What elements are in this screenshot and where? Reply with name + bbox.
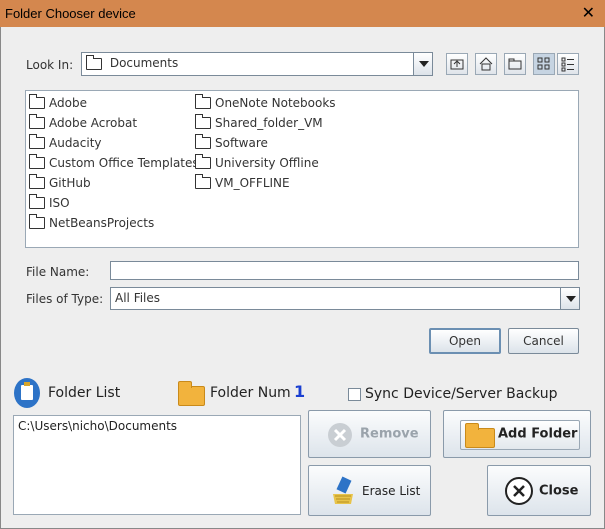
list-item[interactable]: Custom Office Templates [29, 153, 199, 172]
folder-icon [29, 133, 45, 149]
home-icon [479, 57, 493, 71]
look-in-value: Documents [109, 56, 179, 70]
folder-icon [178, 381, 205, 406]
sync-label: Sync Device/Server Backup [365, 386, 558, 402]
close-icon [505, 477, 533, 505]
folder-icon [29, 93, 45, 109]
chevron-down-icon[interactable] [413, 53, 432, 75]
add-folder-button[interactable]: Add Folder [443, 410, 591, 458]
path-list[interactable]: C:\Users\nicho\Documents [13, 415, 301, 515]
list-item[interactable]: ISO [29, 193, 70, 212]
home-button[interactable] [475, 53, 497, 75]
close-label: Close [539, 483, 579, 498]
details-view-button[interactable] [557, 53, 579, 75]
new-folder-icon [508, 58, 522, 70]
list-item[interactable]: NetBeansProjects [29, 213, 154, 232]
up-one-level-icon [450, 59, 464, 70]
folder-list-label: Folder List [48, 385, 121, 401]
folder-list-view[interactable]: Adobe Adobe Acrobat Audacity Custom Offi… [25, 90, 579, 248]
remove-icon [328, 423, 352, 447]
folder-icon [29, 213, 45, 229]
sync-checkbox[interactable] [348, 388, 361, 401]
close-button[interactable]: Close [487, 465, 591, 516]
look-in-combo[interactable]: Documents [81, 52, 433, 76]
close-window-icon[interactable]: ✕ [582, 3, 595, 22]
file-name-label: File Name: [26, 265, 90, 279]
list-view-icon [537, 57, 550, 70]
list-item[interactable]: Shared_folder_VM [195, 113, 323, 132]
remove-button[interactable]: Remove [308, 410, 431, 458]
list-item[interactable]: Adobe Acrobat [29, 113, 137, 132]
list-view-button[interactable] [533, 53, 555, 75]
window-title: Folder Chooser device [5, 6, 136, 21]
details-view-icon [561, 57, 574, 72]
folder-num-label: Folder Num [210, 385, 291, 401]
cancel-button[interactable]: Cancel [508, 328, 579, 354]
add-folder-label: Add Folder [498, 426, 578, 442]
list-item[interactable]: Software [195, 133, 268, 152]
list-item[interactable]: GitHub [29, 173, 91, 192]
list-item[interactable]: C:\Users\nicho\Documents [18, 419, 177, 433]
eraser-icon [333, 476, 353, 504]
folder-icon [195, 173, 211, 189]
folder-icon [195, 133, 211, 149]
erase-list-button[interactable]: Erase List [308, 465, 431, 516]
file-name-field[interactable] [110, 261, 579, 280]
list-item[interactable]: Audacity [29, 133, 102, 152]
folder-icon [195, 153, 211, 169]
folder-icon [195, 113, 211, 129]
folder-icon [29, 173, 45, 189]
look-in-label: Look In: [26, 58, 74, 72]
files-of-type-combo[interactable]: All Files [110, 287, 580, 310]
folder-icon [29, 193, 45, 209]
title-bar: Folder Chooser device ✕ [0, 0, 605, 27]
files-of-type-label: Files of Type: [26, 292, 104, 306]
list-item[interactable]: OneNote Notebooks [195, 93, 336, 112]
folder-icon [195, 93, 211, 109]
folder-icon [86, 54, 102, 70]
chevron-down-icon[interactable] [560, 288, 579, 309]
list-item[interactable]: University Offline [195, 153, 319, 172]
list-item[interactable]: VM_OFFLINE [195, 173, 290, 192]
folder-icon [465, 423, 495, 448]
erase-list-label: Erase List [362, 483, 421, 498]
open-button[interactable]: Open [429, 328, 501, 354]
remove-label: Remove [360, 426, 419, 442]
new-folder-button[interactable] [504, 53, 526, 75]
up-one-level-button[interactable] [446, 53, 468, 75]
folder-num-value: 1 [294, 382, 306, 401]
list-item[interactable]: Adobe [29, 93, 87, 112]
folder-icon [29, 113, 45, 129]
files-of-type-value: All Files [115, 291, 161, 305]
folder-icon [29, 153, 45, 169]
clipboard-icon [14, 378, 40, 408]
